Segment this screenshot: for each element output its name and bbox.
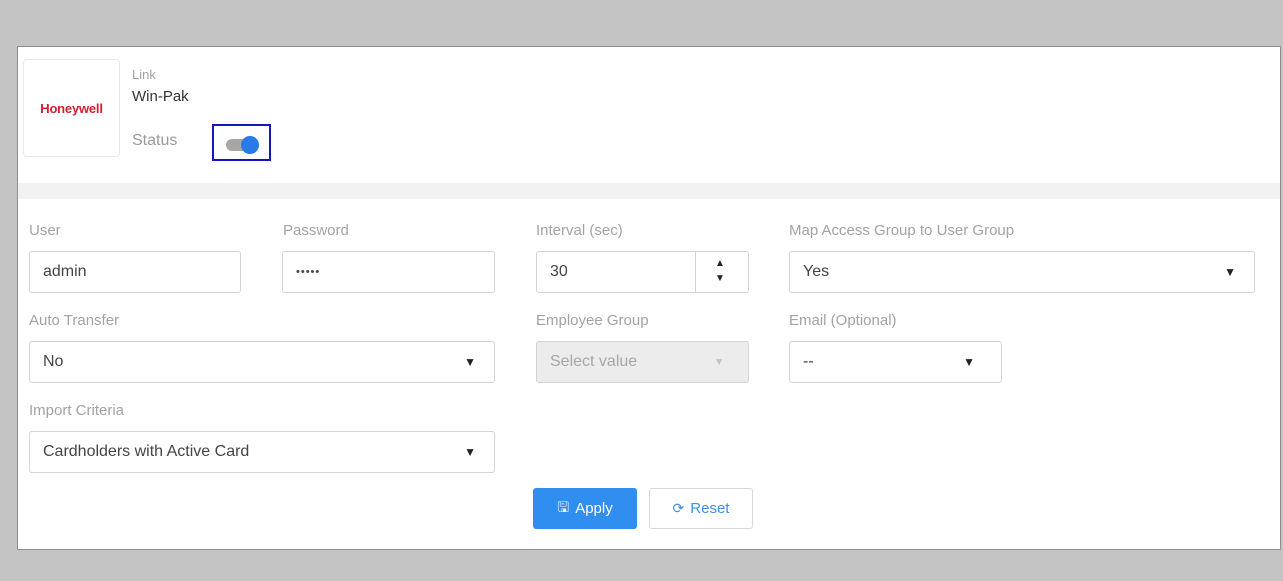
- interval-spinner[interactable]: ▲ ▼: [695, 252, 748, 292]
- auto-transfer-value: No: [43, 353, 64, 370]
- interval-stepper[interactable]: 30 ▲ ▼: [536, 251, 749, 293]
- caret-down-icon: ▼: [464, 445, 476, 459]
- user-input[interactable]: admin: [29, 251, 241, 293]
- import-criteria-label: Import Criteria: [29, 402, 125, 419]
- honeywell-logo: Honeywell: [23, 59, 120, 157]
- email-select[interactable]: -- ▼: [789, 341, 1002, 383]
- reset-button[interactable]: ⟳ Reset: [649, 488, 753, 529]
- caret-down-icon: ▼: [714, 357, 724, 368]
- user-value: admin: [43, 263, 87, 280]
- toggle-knob[interactable]: [241, 136, 259, 154]
- import-criteria-select[interactable]: Cardholders with Active Card ▼: [29, 431, 495, 473]
- section-divider: [18, 183, 1280, 199]
- apply-button[interactable]: 🖫 Apply: [533, 488, 637, 529]
- reset-label: Reset: [690, 500, 730, 517]
- email-value: --: [803, 353, 814, 370]
- refresh-icon: ⟳: [672, 500, 685, 516]
- link-value: Win-Pak: [132, 88, 189, 105]
- caret-down-icon: ▼: [464, 355, 476, 369]
- password-label: Password: [283, 222, 349, 239]
- caret-down-icon: ▼: [1224, 265, 1236, 279]
- employee-group-placeholder: Select value: [550, 353, 638, 370]
- interval-value: 30: [550, 263, 568, 280]
- import-criteria-value: Cardholders with Active Card: [43, 443, 250, 460]
- email-label: Email (Optional): [789, 312, 897, 329]
- employee-group-select: Select value ▼: [536, 341, 749, 383]
- caret-down-icon: ▼: [963, 355, 975, 369]
- interval-label: Interval (sec): [536, 222, 623, 239]
- integration-panel: Honeywell Link Win-Pak Status User Passw…: [17, 46, 1281, 550]
- map-access-label: Map Access Group to User Group: [789, 222, 1015, 239]
- auto-transfer-label: Auto Transfer: [29, 312, 120, 329]
- logo-text: Honeywell: [40, 100, 103, 116]
- password-value: •••••: [296, 266, 321, 278]
- status-label: Status: [132, 132, 178, 149]
- apply-label: Apply: [575, 500, 613, 517]
- save-icon: 🖫: [557, 498, 570, 515]
- spin-down-icon[interactable]: ▼: [715, 274, 725, 284]
- map-access-value: Yes: [803, 263, 830, 280]
- link-label: Link: [132, 67, 156, 82]
- user-label: User: [29, 222, 61, 239]
- auto-transfer-select[interactable]: No ▼: [29, 341, 495, 383]
- password-input[interactable]: •••••: [282, 251, 495, 293]
- employee-group-label: Employee Group: [536, 312, 649, 329]
- spin-up-icon[interactable]: ▲: [715, 259, 725, 269]
- map-access-select[interactable]: Yes ▼: [789, 251, 1255, 293]
